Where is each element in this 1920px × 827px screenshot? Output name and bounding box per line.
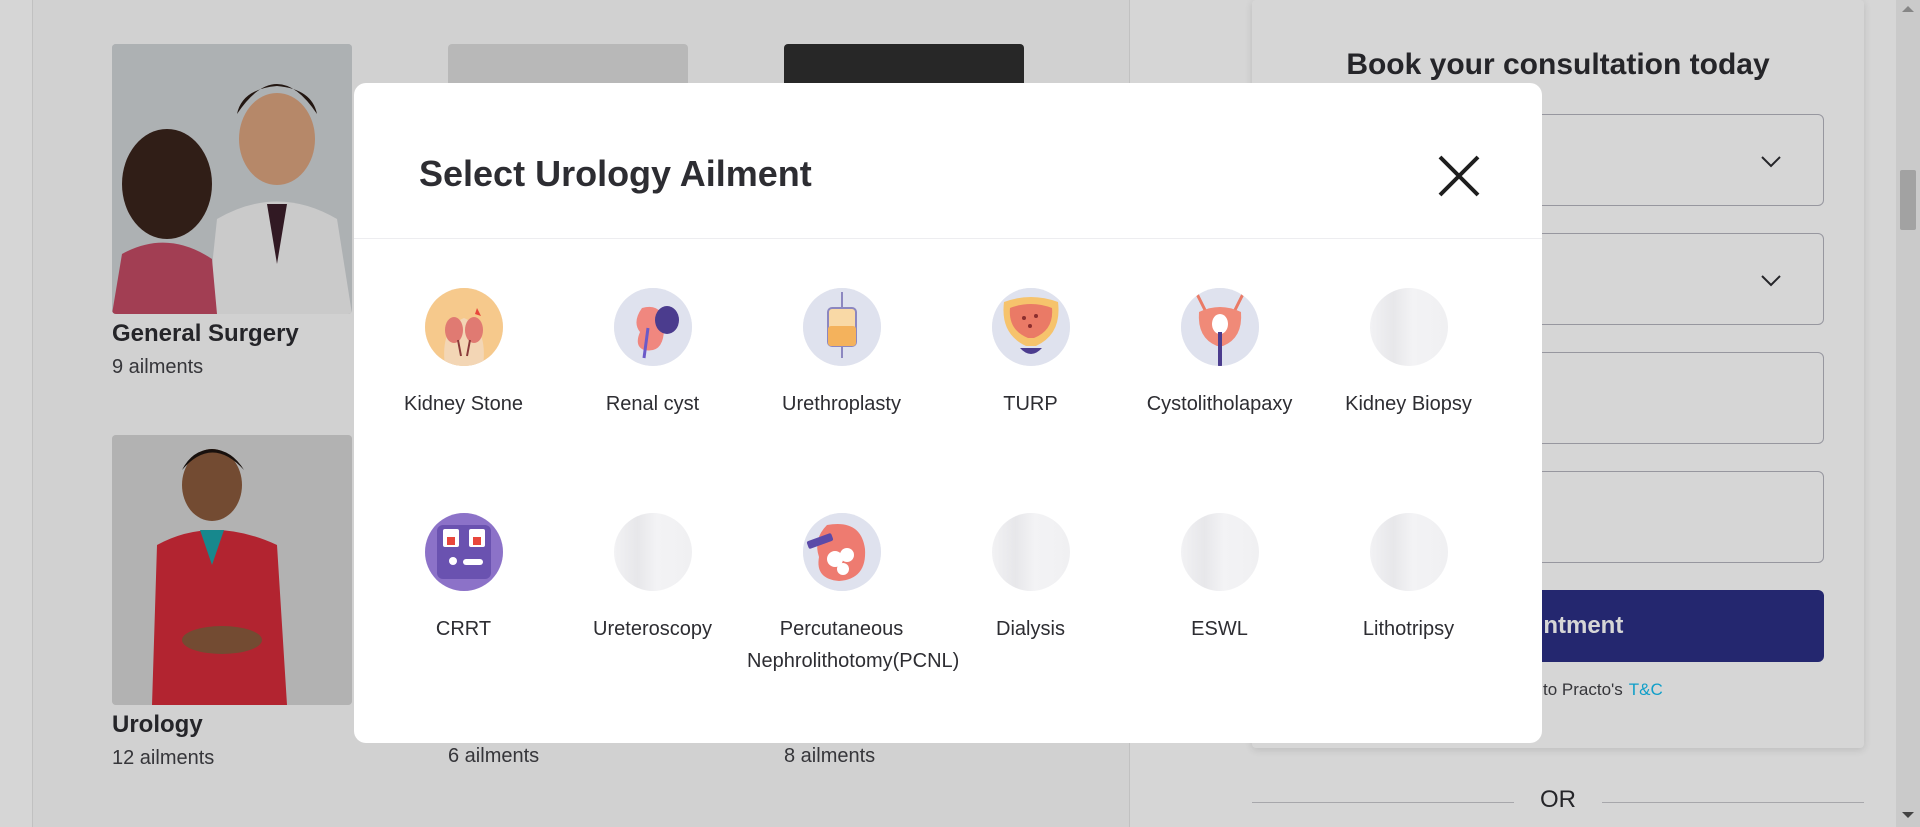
placeholder-icon	[991, 513, 1070, 591]
ailment-modal: Select Urology Ailment Kidney Stone Rena…	[354, 83, 1542, 743]
urine-bag-icon	[802, 288, 881, 366]
ailment-pcnl[interactable]: Percutaneous Nephrolithotomy(PCNL)	[747, 513, 960, 677]
ailment-kidney-biopsy[interactable]: Kidney Biopsy	[1314, 288, 1503, 420]
ailment-label: CRRT	[435, 618, 492, 640]
ailment-lithotripsy[interactable]: Lithotripsy	[1314, 513, 1503, 645]
modal-header: Select Urology Ailment	[354, 83, 1542, 239]
ailment-label: ESWL	[1191, 618, 1248, 640]
ailment-label: Cystolitholapaxy	[1146, 393, 1293, 415]
ailment-label: Renal cyst	[605, 393, 700, 415]
ailment-label: Lithotripsy	[1362, 618, 1455, 640]
ailment-label: Ureteroscopy	[593, 618, 712, 640]
ailment-renal-cyst[interactable]: Renal cyst	[558, 288, 747, 420]
kidney-stone-icon	[424, 288, 503, 366]
ailment-label: Kidney Biopsy	[1345, 393, 1472, 415]
ailment-label: Urethroplasty	[782, 393, 901, 415]
ailment-eswl[interactable]: ESWL	[1125, 513, 1314, 645]
ailment-urethroplasty[interactable]: Urethroplasty	[747, 288, 936, 420]
kidney-stones-icon	[802, 513, 881, 591]
placeholder-icon	[1369, 288, 1448, 366]
placeholder-icon	[1369, 513, 1448, 591]
ailment-label: Percutaneous Nephrolithotomy(PCNL)	[747, 618, 960, 672]
ailment-ureteroscopy[interactable]: Ureteroscopy	[558, 513, 747, 645]
ailment-label: TURP	[1003, 393, 1058, 415]
ailment-kidney-stone[interactable]: Kidney Stone	[369, 288, 558, 420]
ailment-cystolitholapaxy[interactable]: Cystolitholapaxy	[1125, 288, 1314, 420]
renal-cyst-icon	[613, 288, 692, 366]
close-icon[interactable]	[1434, 151, 1484, 201]
placeholder-icon	[613, 513, 692, 591]
bladder-icon	[991, 288, 1070, 366]
ailment-label: Dialysis	[996, 618, 1065, 640]
ailment-label: Kidney Stone	[404, 393, 523, 415]
modal-title: Select Urology Ailment	[419, 153, 812, 194]
ailment-turp[interactable]: TURP	[936, 288, 1125, 420]
bladder-catheter-icon	[1180, 288, 1259, 366]
placeholder-icon	[1180, 513, 1259, 591]
dialysis-machine-icon	[424, 513, 503, 591]
ailment-crrt[interactable]: CRRT	[369, 513, 558, 645]
ailment-dialysis[interactable]: Dialysis	[936, 513, 1125, 645]
